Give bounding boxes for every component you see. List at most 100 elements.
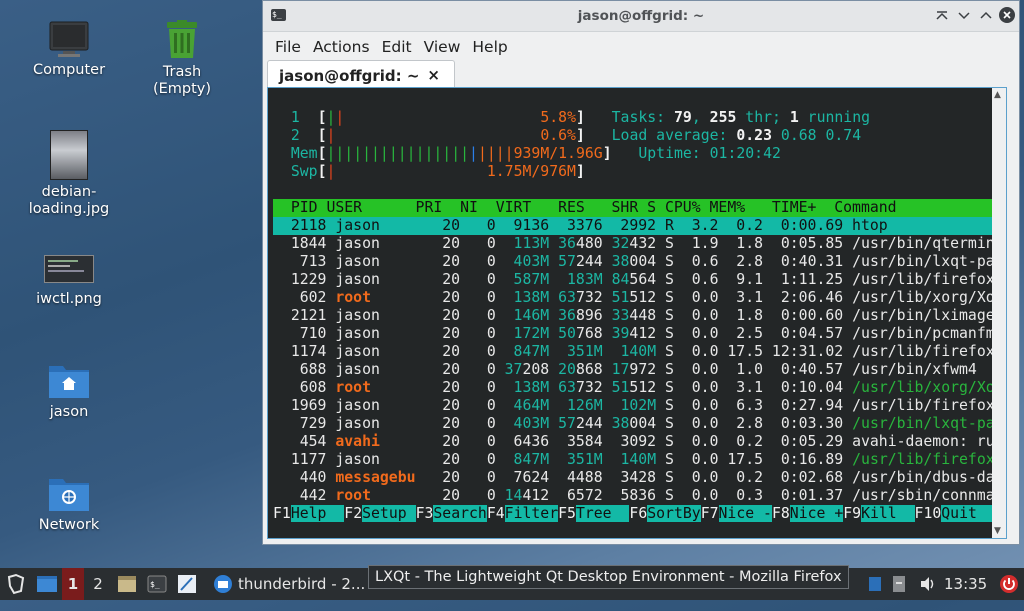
scroll-down-icon[interactable]: ▼ bbox=[994, 526, 1001, 536]
fkey-f10[interactable]: F10 bbox=[915, 505, 942, 522]
fkey-f5[interactable]: F5 bbox=[558, 505, 576, 522]
process-row[interactable]: 1229 jason 20 0 587M 183M 84564 S 0.6 9.… bbox=[273, 271, 1004, 288]
process-row[interactable]: 454 avahi 20 0 6436 3584 3092 S 0.0 0.2 … bbox=[273, 433, 1004, 450]
svg-text:$_: $_ bbox=[150, 580, 160, 589]
process-row[interactable]: 608 root 20 0 138M 63732 51512 S 0.0 3.1… bbox=[273, 379, 1004, 396]
fkey-f9[interactable]: F9 bbox=[843, 505, 861, 522]
desktop-icon-jason[interactable]: jason bbox=[14, 360, 124, 421]
show-desktop-icon[interactable] bbox=[36, 568, 58, 600]
thunderbird-icon bbox=[212, 568, 234, 600]
desktop-icon-label: debian- loading.jpg bbox=[28, 184, 110, 217]
desktop-icon-debian-loading[interactable]: debian- loading.jpg bbox=[14, 130, 124, 218]
process-row[interactable]: 602 root 20 0 138M 63732 51512 S 0.0 3.1… bbox=[273, 289, 1004, 306]
process-row[interactable]: 1174 jason 20 0 847M 351M 140M S 0.0 17.… bbox=[273, 343, 1004, 360]
desktop-icon-label: iwctl.png bbox=[36, 291, 102, 307]
process-row[interactable]: 1177 jason 20 0 847M 351M 140M S 0.0 17.… bbox=[273, 451, 1004, 468]
fkey-f8[interactable]: F8 bbox=[772, 505, 790, 522]
swap-meter: Swp[| 1.75M/976M] bbox=[290, 163, 585, 180]
menu-actions[interactable]: Actions bbox=[307, 36, 376, 58]
task-thunderbird[interactable]: thunderbird - 2... bbox=[238, 568, 368, 600]
image-thumbnail-icon bbox=[50, 130, 88, 180]
fkey-label[interactable]: SortBy bbox=[647, 505, 701, 522]
desktop-icon-iwctl[interactable]: iwctl.png bbox=[14, 255, 124, 308]
app-menu-icon[interactable] bbox=[4, 568, 28, 600]
desktop-icon-label: Network bbox=[38, 517, 100, 533]
tab-label: jason@offgrid: ~ bbox=[279, 67, 420, 85]
process-row[interactable]: 1969 jason 20 0 464M 126M 102M S 0.0 6.3… bbox=[273, 397, 1004, 414]
load-average: Load average: 0.23 0.68 0.74 bbox=[611, 127, 862, 144]
desktop-icon-trash[interactable]: Trash (Empty) bbox=[127, 20, 237, 98]
close-icon[interactable] bbox=[998, 6, 1016, 24]
terminal-area[interactable]: 1 [|| 5.8%] Tasks: 79, 255 thr; 1 runnin… bbox=[267, 87, 1007, 539]
desktop-icon-network[interactable]: Network bbox=[14, 473, 124, 534]
menu-file[interactable]: File bbox=[269, 36, 307, 58]
process-row[interactable]: 688 jason 20 0 37208 20868 17972 S 0.0 1… bbox=[273, 361, 977, 378]
menu-help[interactable]: Help bbox=[466, 36, 513, 58]
process-row[interactable]: 710 jason 20 0 172M 50768 39412 S 0.0 2.… bbox=[273, 325, 1004, 342]
terminal-window: $_ jason@offgrid: ~ File Actions Edit View H… bbox=[262, 0, 1020, 545]
trash-icon bbox=[162, 20, 202, 60]
menubar: File Actions Edit View Help bbox=[263, 36, 1019, 58]
volume-icon[interactable] bbox=[918, 568, 936, 600]
fkey-f2[interactable]: F2 bbox=[344, 505, 362, 522]
fkey-label[interactable]: Nice + bbox=[789, 505, 844, 522]
function-key-bar: F1Help F2Setup F3SearchF4FilterF5Tree F6… bbox=[273, 505, 995, 522]
maximize-icon[interactable] bbox=[977, 6, 995, 24]
keep-above-icon[interactable] bbox=[933, 6, 951, 24]
uptime: Uptime: 01:20:42 bbox=[638, 145, 781, 162]
fkey-label[interactable]: Kill bbox=[861, 505, 915, 522]
minimize-icon[interactable] bbox=[955, 6, 973, 24]
file-manager-icon[interactable] bbox=[116, 568, 138, 600]
tray-icon[interactable] bbox=[866, 568, 884, 600]
fkey-label[interactable]: Setup bbox=[362, 505, 416, 522]
terminal-scrollbar[interactable]: ▲ ▼ bbox=[992, 88, 1006, 538]
fkey-f1[interactable]: F1 bbox=[273, 505, 291, 522]
process-row[interactable]: 1844 jason 20 0 113M 36480 32432 S 1.9 1… bbox=[273, 235, 1004, 252]
window-titlebar[interactable]: $_ jason@offgrid: ~ bbox=[263, 1, 1019, 32]
fkey-label[interactable]: Search bbox=[433, 505, 487, 522]
desktop-switch-2[interactable]: 2 bbox=[88, 568, 108, 600]
desktop-icon-label: Trash (Empty) bbox=[152, 64, 212, 97]
home-folder-icon bbox=[48, 360, 90, 400]
window-title: jason@offgrid: ~ bbox=[577, 8, 705, 24]
power-icon[interactable] bbox=[998, 568, 1020, 600]
fkey-label[interactable]: Nice - bbox=[718, 505, 772, 522]
fkey-label[interactable]: Tree bbox=[575, 505, 630, 522]
taskbar-tooltip: LXQt - The Lightweight Qt Desktop Enviro… bbox=[368, 565, 849, 589]
tab-close-icon[interactable]: × bbox=[427, 66, 440, 84]
desktop-icon-label: jason bbox=[49, 404, 89, 420]
desktop-switch-1[interactable]: 1 bbox=[62, 568, 84, 600]
image-thumbnail-icon bbox=[44, 255, 94, 283]
process-row[interactable]: 442 root 20 0 14412 6572 5836 S 0.0 0.3 … bbox=[273, 487, 1004, 504]
fkey-f3[interactable]: F3 bbox=[416, 505, 434, 522]
scroll-up-icon[interactable]: ▲ bbox=[994, 90, 1001, 100]
fkey-label[interactable]: Quit bbox=[941, 505, 995, 522]
process-row[interactable]: 729 jason 20 0 403M 57244 38004 S 0.0 2.… bbox=[273, 415, 1004, 432]
menu-edit[interactable]: Edit bbox=[376, 36, 418, 58]
text-editor-icon[interactable] bbox=[176, 568, 198, 600]
fkey-f7[interactable]: F7 bbox=[701, 505, 719, 522]
mem-meter: Mem[|||||||||||||||||||||939M/1.96G] bbox=[290, 145, 612, 162]
process-row[interactable]: 440 messagebu 20 0 7624 4488 3428 S 0.0 … bbox=[273, 469, 1004, 486]
clipboard-icon[interactable] bbox=[890, 568, 908, 600]
desktop-icon-computer[interactable]: Computer bbox=[14, 20, 124, 79]
clock[interactable]: 13:35 bbox=[944, 568, 990, 600]
fkey-label[interactable]: Help bbox=[290, 505, 345, 522]
terminal-launcher-icon[interactable]: $_ bbox=[146, 568, 168, 600]
desktop-icon-label: Computer bbox=[32, 62, 106, 78]
tab-terminal[interactable]: jason@offgrid: ~ × bbox=[267, 60, 455, 90]
menu-view[interactable]: View bbox=[418, 36, 467, 58]
htop-output: 1 [|| 5.8%] Tasks: 79, 255 thr; 1 runnin… bbox=[273, 109, 1004, 523]
process-row-selected[interactable]: 2118 jason 20 0 9136 3376 2992 R 3.2 0.2… bbox=[273, 217, 993, 235]
tasks-summary: Tasks: 79, 255 thr; 1 running bbox=[611, 109, 871, 126]
cpu1-meter: 1 [|| 5.8%] bbox=[290, 109, 585, 126]
fkey-label[interactable]: Filter bbox=[504, 505, 559, 522]
process-row[interactable]: 713 jason 20 0 403M 57244 38004 S 0.6 2.… bbox=[273, 253, 1004, 270]
process-table-header[interactable]: PID USER PRI NI VIRT RES SHR S CPU% MEM%… bbox=[273, 199, 993, 217]
fkey-f4[interactable]: F4 bbox=[487, 505, 505, 522]
tab-bar: jason@offgrid: ~ × bbox=[263, 58, 1019, 90]
process-row[interactable]: 2121 jason 20 0 146M 36896 33448 S 0.0 1… bbox=[273, 307, 1004, 324]
computer-icon bbox=[49, 20, 89, 58]
fkey-f6[interactable]: F6 bbox=[629, 505, 647, 522]
network-folder-icon bbox=[48, 473, 90, 513]
